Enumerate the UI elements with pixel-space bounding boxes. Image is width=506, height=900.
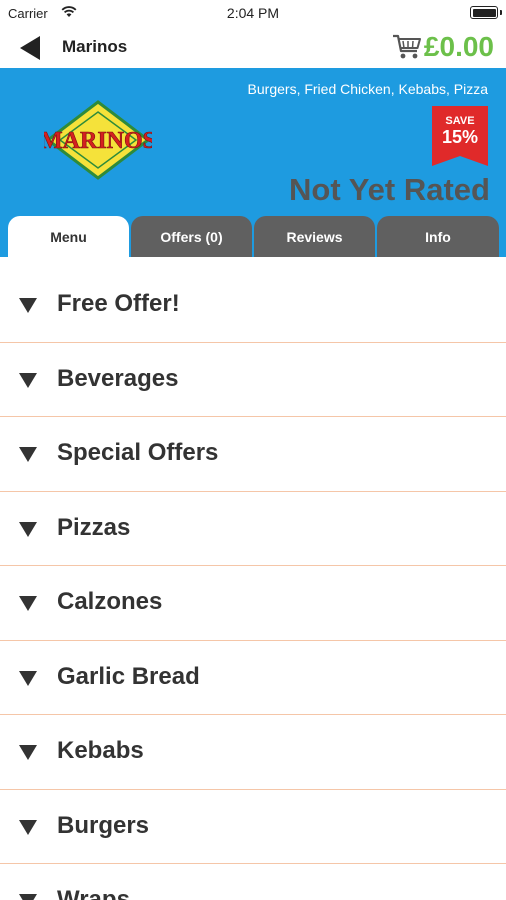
expand-triangle-icon (19, 372, 37, 388)
expand-triangle-icon (19, 298, 37, 313)
category-label: Kebabs (57, 737, 144, 764)
rating-text: Not Yet Rated (289, 172, 490, 207)
svg-text:MARINOS: MARINOS (44, 128, 152, 154)
expand-triangle-icon (19, 447, 37, 462)
menu-category-pizzas[interactable]: Pizzas (0, 492, 506, 566)
category-label: Free Offer! (57, 290, 180, 317)
restaurant-title: Marinos (62, 37, 128, 56)
tab-bar: Menu Offers (0) Reviews Info (8, 216, 500, 257)
category-label: Pizzas (57, 513, 131, 541)
battery-tip (500, 10, 502, 15)
tab-reviews[interactable]: Reviews (254, 216, 375, 257)
battery-icon (470, 6, 498, 19)
expand-triangle-icon (19, 521, 37, 537)
shopping-cart-icon (392, 34, 421, 59)
category-label: Beverages (57, 364, 179, 392)
restaurant-logo: MARINOS (44, 100, 152, 180)
menu-category-garlic-bread[interactable]: Garlic Bread (0, 641, 506, 715)
expand-triangle-icon (19, 596, 37, 611)
menu-category-kebabs[interactable]: Kebabs (0, 715, 506, 790)
expand-triangle-icon (19, 894, 37, 900)
menu-category-special-offers[interactable]: Special Offers (0, 417, 506, 492)
cart-button[interactable]: £0.00 (392, 30, 494, 64)
restaurant-header: Burgers, Fried Chicken, Kebabs, Pizza MA… (0, 68, 506, 257)
menu-category-list: Free Offer! Beverages Special Offers Piz… (0, 268, 506, 900)
tab-offers[interactable]: Offers (0) (131, 216, 252, 257)
status-bar: Carrier 2:04 PM (0, 0, 506, 26)
menu-category-calzones[interactable]: Calzones (0, 566, 506, 641)
category-label: Garlic Bread (57, 662, 200, 690)
menu-category-free-offer[interactable]: Free Offer! (0, 268, 506, 343)
cuisine-list: Burgers, Fried Chicken, Kebabs, Pizza (247, 81, 488, 97)
menu-category-beverages[interactable]: Beverages (0, 343, 506, 417)
category-label: Special Offers (57, 439, 219, 466)
save-label: SAVE (445, 115, 475, 127)
expand-triangle-icon (19, 819, 37, 835)
back-arrow-icon[interactable] (18, 35, 44, 61)
tab-menu[interactable]: Menu (8, 216, 129, 257)
category-label: Burgers (57, 811, 150, 839)
tab-info[interactable]: Info (377, 216, 499, 257)
clock: 2:04 PM (226, 5, 280, 21)
expand-triangle-icon (19, 670, 37, 686)
nav-bar: Marinos £0.00 (0, 26, 506, 68)
save-percent: 15% (441, 127, 479, 147)
menu-category-wraps[interactable]: Wraps (0, 864, 506, 900)
category-label: Wraps (57, 886, 130, 900)
menu-category-burgers[interactable]: Burgers (0, 790, 506, 864)
expand-triangle-icon (19, 745, 37, 760)
cart-total: £0.00 (423, 31, 494, 62)
category-label: Calzones (57, 588, 163, 615)
